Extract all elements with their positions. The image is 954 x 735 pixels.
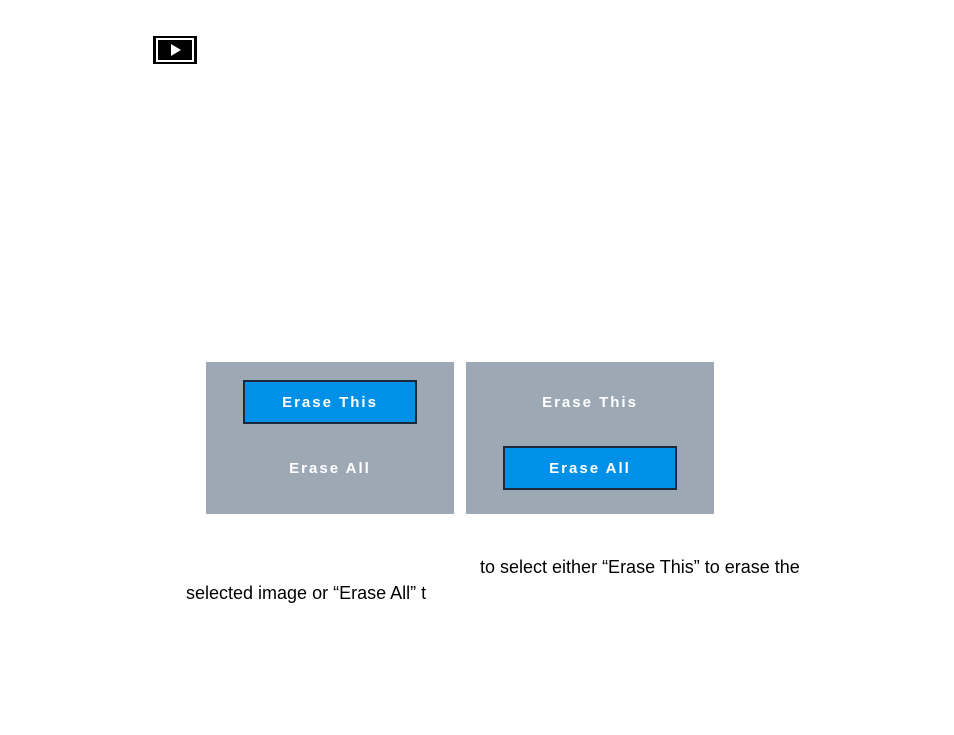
option-label: Erase This [542, 394, 638, 411]
instruction-line-1: to select either “Erase This” to erase t… [480, 557, 800, 578]
playback-icon [153, 36, 197, 64]
erase-panels: Erase This Erase All Erase This Erase Al… [206, 362, 714, 514]
option-label: Erase This [282, 394, 378, 411]
erase-this-option[interactable]: Erase This [243, 380, 417, 424]
erase-all-option[interactable]: Erase All [243, 446, 417, 490]
erase-panel-right: Erase This Erase All [466, 362, 714, 514]
erase-this-option[interactable]: Erase This [503, 380, 677, 424]
option-label: Erase All [289, 460, 371, 477]
play-triangle-frame [156, 38, 194, 62]
play-triangle [171, 44, 181, 56]
option-label: Erase All [549, 460, 631, 477]
erase-all-option[interactable]: Erase All [503, 446, 677, 490]
erase-panel-left: Erase This Erase All [206, 362, 454, 514]
instruction-line-2: selected image or “Erase All” t [186, 583, 426, 604]
